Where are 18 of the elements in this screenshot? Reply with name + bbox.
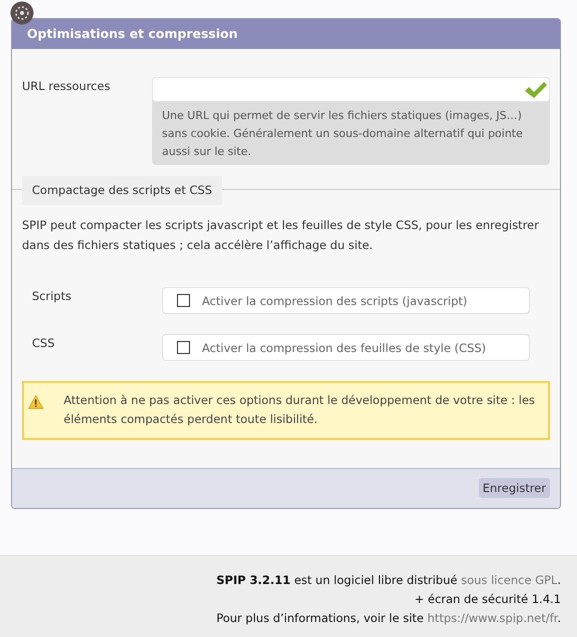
licence-link[interactable]: sous licence GPL — [460, 573, 558, 587]
footer-text: Pour plus d’informations, voir le site https://www.spip.net/fr. — [216, 611, 561, 625]
option-label: Scripts — [32, 288, 72, 305]
option-label: CSS — [32, 335, 56, 352]
save-button[interactable]: Enregistrer — [478, 478, 550, 498]
fieldset-legend: Compactage des scripts et CSS — [22, 176, 222, 205]
option-checkbox[interactable]: Activer la compression des feuilles de style (CSS) — [162, 334, 530, 361]
intro-text: SPIP peut compacter les scripts javascript et les feuilles de style CSS, pour les enregistrer dans des fichiers statiques ; cela accélère l’affichage du site. — [22, 217, 540, 254]
panel-title: Optimisations et compression — [12, 19, 560, 49]
footer-text: SPIP 3.2.11 est un logiciel libre distribué sous licence GPL. — [216, 573, 561, 587]
field-label: URL ressources — [22, 78, 112, 95]
footer-text: + écran de sécurité 1.4.1 — [413, 591, 561, 608]
option-checkbox[interactable]: Activer la compression des scripts (javascript) — [162, 287, 530, 314]
site-link[interactable]: https://www.spip.net/fr — [427, 611, 558, 625]
warning-text: Attention à ne pas activer ces options durant le développement de votre site : les éléments compactés perdent toute lisibilité. — [64, 392, 536, 428]
url-field[interactable] — [152, 77, 550, 102]
check-icon — [523, 80, 547, 100]
field-explanation: Une URL qui permet de servir les fichiers statiques (images, JS…) sans cookie. Généralement un sous-domaine alternatif qui pointe aussi sur le site. — [161, 108, 524, 160]
